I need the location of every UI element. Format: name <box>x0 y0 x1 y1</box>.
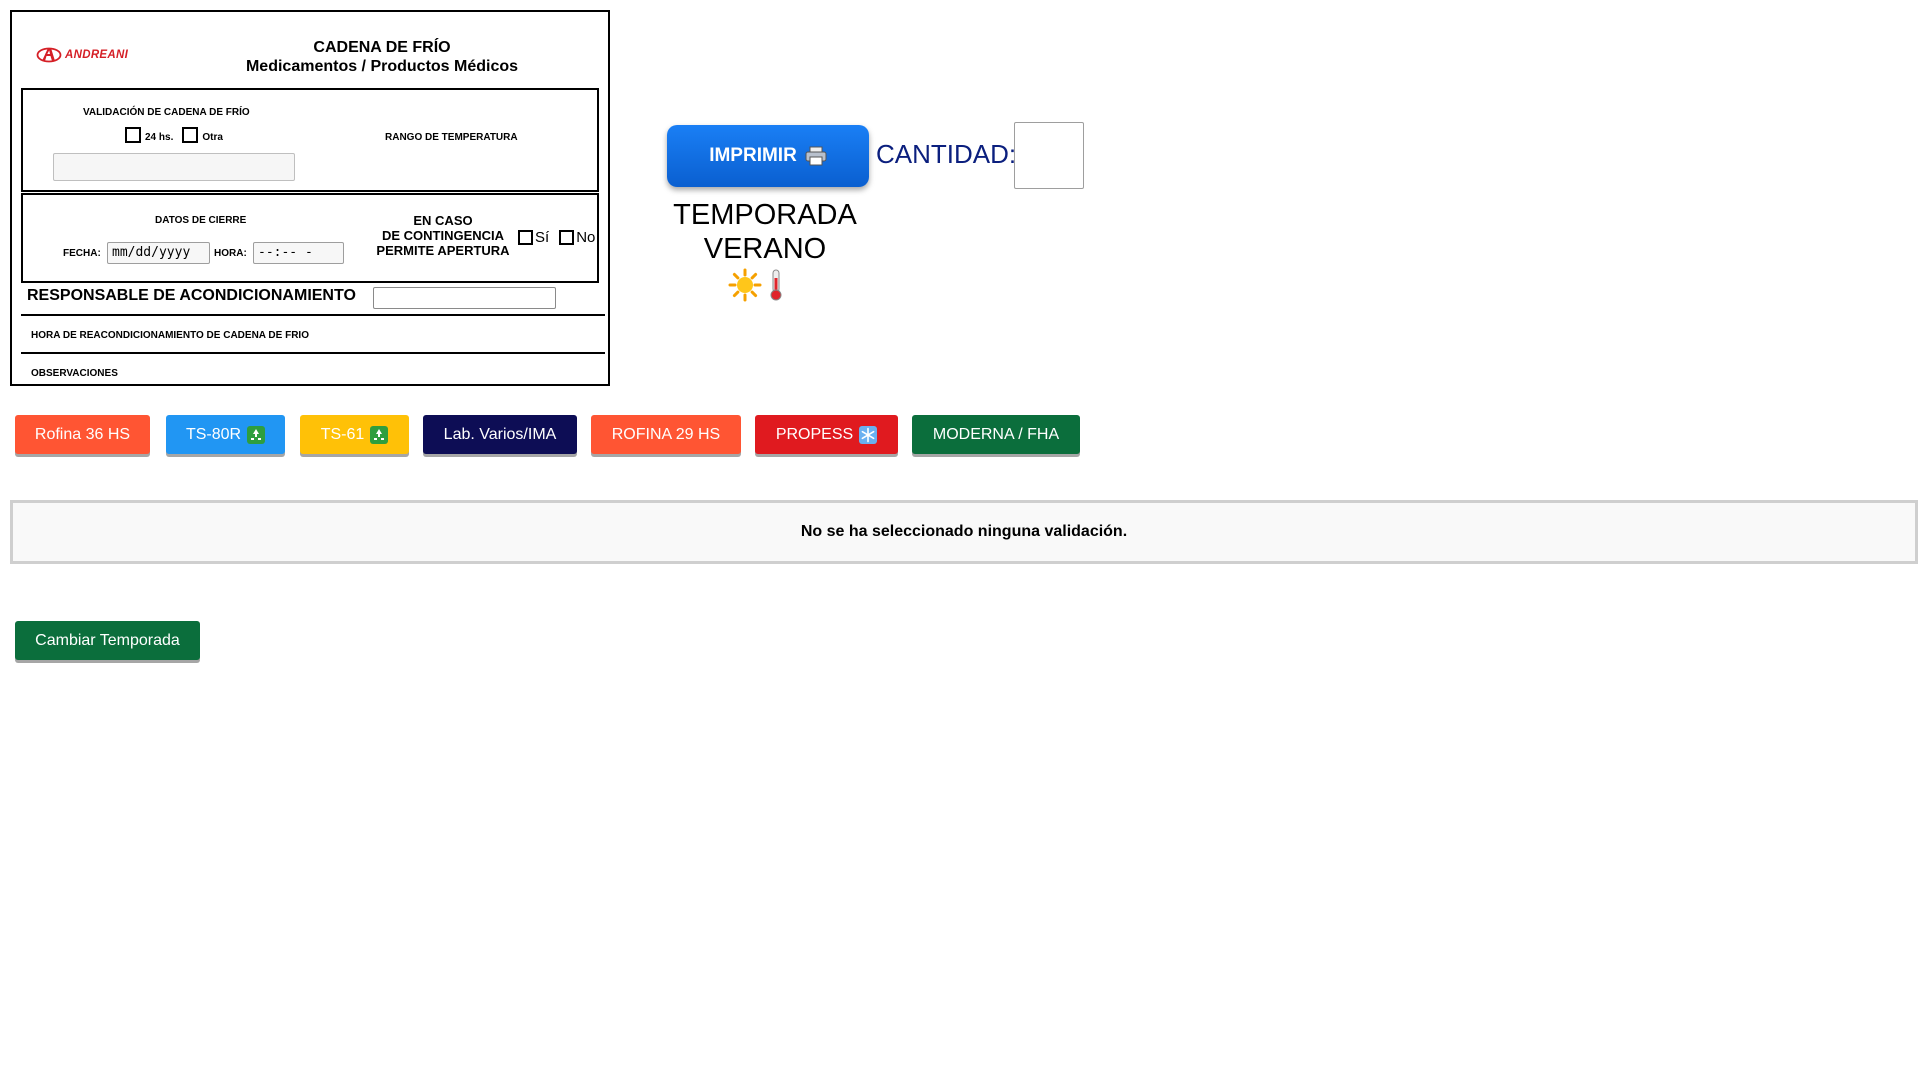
divider <box>21 352 605 354</box>
hora-label: HORA: <box>214 248 247 259</box>
button-label: Rofina 36 HS <box>34 425 131 443</box>
cold-chain-form: ANDREANI CADENA DE FRÍO Medicamentos / P… <box>10 10 610 386</box>
quantity-input[interactable] <box>1014 122 1084 189</box>
andreani-logo: ANDREANI <box>36 46 128 64</box>
hora-input[interactable]: --:-- - <box>253 242 344 264</box>
fecha-input[interactable]: mm/dd/yyyy <box>107 242 210 264</box>
rofina-36hs-button[interactable]: Rofina 36 HS <box>15 415 150 454</box>
checkbox-si[interactable] <box>518 230 533 245</box>
logo-text: ANDREANI <box>65 49 129 61</box>
change-season-label: Cambiar Temporada <box>35 631 180 649</box>
responsable-input[interactable] <box>373 287 556 309</box>
thermometer-icon <box>770 269 782 301</box>
validation-label: VALIDACIÓN DE CADENA DE FRÍO <box>83 107 250 118</box>
closing-label: DATOS DE CIERRE <box>155 215 247 226</box>
contingency-line-2: DE CONTINGENCIA <box>381 228 505 243</box>
validation-message-box: No se ha seleccionado ninguna validación… <box>10 500 1918 564</box>
fecha-label: FECHA: <box>63 248 101 259</box>
quantity-label: CANTIDAD: <box>876 139 1017 169</box>
lab-varios-ima-button[interactable]: Lab. Varios/IMA <box>423 415 577 454</box>
contingency-options: Sí No <box>518 229 595 246</box>
andreani-logo-icon <box>36 47 62 63</box>
button-label: PROPESS <box>775 425 854 443</box>
button-label: ROFINA 29 HS <box>611 425 721 443</box>
change-season-button[interactable]: Cambiar Temporada <box>15 621 200 660</box>
sun-icon <box>728 268 762 302</box>
propess-button[interactable]: PROPESS <box>755 415 898 454</box>
season-line-2: VERANO <box>703 233 827 265</box>
season-line-1: TEMPORADA <box>673 199 857 231</box>
contingency-line-1: EN CASO <box>413 213 473 228</box>
ts-80r-button[interactable]: TS-80R <box>166 415 285 454</box>
rofina-29hs-button[interactable]: ROFINA 29 HS <box>591 415 741 454</box>
checkbox-24hs[interactable] <box>125 127 141 143</box>
snowflake-icon <box>859 425 878 444</box>
contingency-label: EN CASO DE CONTINGENCIA PERMITE APERTURA <box>373 213 513 258</box>
print-button-label: IMPRIMIR <box>709 145 797 166</box>
option-24hs-label: 24 hs. <box>145 132 174 143</box>
button-label: TS-80R <box>185 425 242 443</box>
observations-label: OBSERVACIONES <box>31 368 118 379</box>
contingency-line-3: PERMITE APERTURA <box>376 243 510 258</box>
print-button[interactable]: IMPRIMIR <box>667 125 869 187</box>
closing-section: DATOS DE CIERRE FECHA: mm/dd/yyyy HORA: … <box>21 193 599 283</box>
reconditioning-label: HORA DE REACONDICIONAMIENTO DE CADENA DE… <box>31 330 309 341</box>
responsable-label: RESPONSABLE DE ACONDICIONAMIENTO <box>27 287 356 304</box>
option-otra-label: Otra <box>202 132 223 143</box>
button-label: Lab. Varios/IMA <box>443 425 557 443</box>
option-no-label: No <box>576 229 596 246</box>
season-display: TEMPORADA VERANO <box>660 198 870 266</box>
printer-icon <box>805 146 827 166</box>
season-icons <box>728 268 784 302</box>
button-label: TS-61 <box>320 425 365 443</box>
title-line-2: Medicamentos / Productos Médicos <box>245 58 519 75</box>
moderna-fha-button[interactable]: MODERNA / FHA <box>912 415 1080 454</box>
recycle-icon <box>247 425 266 444</box>
recycle-icon <box>370 425 389 444</box>
title-line-1: CADENA DE FRÍO <box>313 39 451 56</box>
option-si-label: Sí <box>535 229 550 246</box>
validation-options: 24 hs. Otra <box>125 127 223 143</box>
checkbox-no[interactable] <box>559 230 575 245</box>
form-header: ANDREANI CADENA DE FRÍO Medicamentos / P… <box>12 12 608 88</box>
divider <box>21 314 605 316</box>
checkbox-otra[interactable] <box>182 127 199 143</box>
form-title: CADENA DE FRÍO Medicamentos / Productos … <box>202 38 562 76</box>
button-label: MODERNA / FHA <box>932 425 1060 443</box>
ts-61-button[interactable]: TS-61 <box>300 415 409 454</box>
validation-input[interactable] <box>53 153 295 181</box>
validation-section: VALIDACIÓN DE CADENA DE FRÍO 24 hs. Otra… <box>21 88 599 192</box>
temperature-range-label: RANGO DE TEMPERATURA <box>385 132 518 143</box>
validation-message: No se ha seleccionado ninguna validación… <box>800 523 1128 540</box>
